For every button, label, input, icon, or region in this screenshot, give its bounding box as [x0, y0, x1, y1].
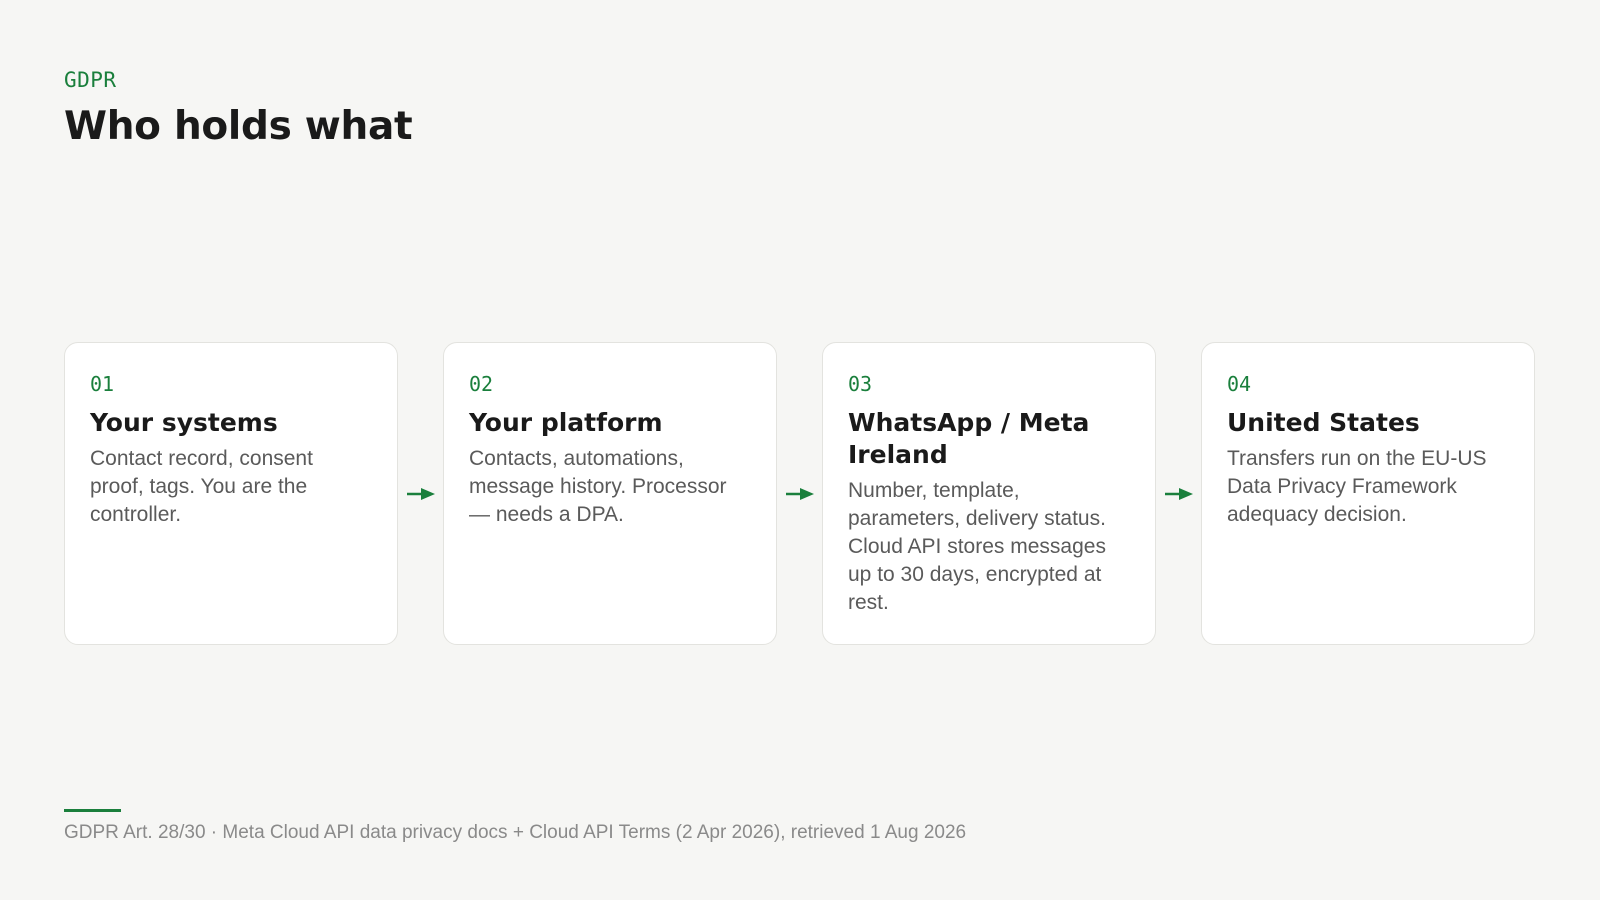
arrow-right-icon: [777, 342, 822, 645]
flow-step-whatsapp-meta-ireland: 03 WhatsApp / Meta Ireland Number, templ…: [822, 342, 1156, 645]
source-note: GDPR Art. 28/30 · Meta Cloud API data pr…: [64, 822, 967, 843]
step-title: United States: [1227, 408, 1420, 437]
step-description: Transfers run on the EU-US Data Privacy …: [1227, 447, 1487, 526]
section-eyebrow: GDPR: [64, 68, 117, 92]
footer-divider: [64, 809, 121, 812]
step-title: WhatsApp / Meta Ireland: [848, 408, 1090, 469]
flow-step-united-states: 04 United States Transfers run on the EU…: [1201, 342, 1535, 645]
step-number: 04: [1227, 372, 1252, 396]
arrow-right-icon: [1156, 342, 1201, 645]
step-number: 01: [90, 372, 115, 396]
data-flow-diagram: 01 Your systems Contact record, consent …: [64, 342, 1537, 645]
page-title: Who holds what: [64, 104, 413, 149]
step-number: 03: [848, 372, 873, 396]
flow-step-your-platform: 02 Your platform Contacts, automations, …: [443, 342, 777, 645]
step-title: Your systems: [90, 408, 278, 437]
step-number: 02: [469, 372, 494, 396]
flow-step-your-systems: 01 Your systems Contact record, consent …: [64, 342, 398, 645]
step-description: Number, template, parameters, delivery s…: [848, 479, 1106, 614]
step-title: Your platform: [469, 408, 663, 437]
step-description: Contact record, consent proof, tags. You…: [90, 447, 313, 526]
step-description: Contacts, automations, message history. …: [469, 447, 727, 526]
arrow-right-icon: [398, 342, 443, 645]
